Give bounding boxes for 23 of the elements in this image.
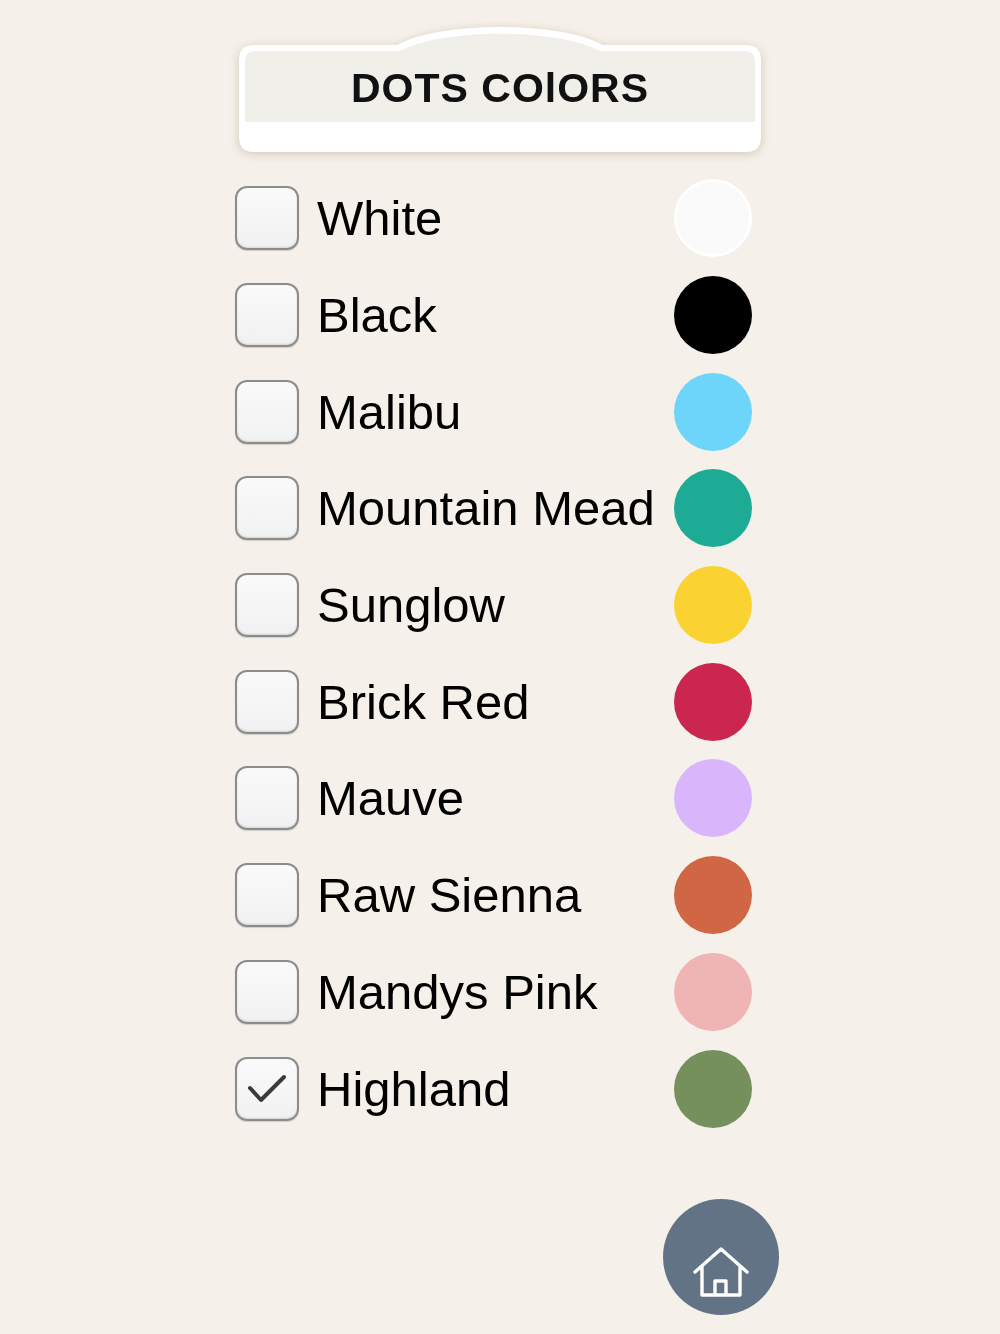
- checkbox[interactable]: [235, 863, 299, 928]
- color-name: Mountain Mead: [317, 480, 656, 537]
- color-name: Sunglow: [317, 577, 506, 634]
- checkmark-icon: [247, 1073, 287, 1104]
- color-name: Brick Red: [317, 673, 531, 730]
- checkbox[interactable]: [235, 573, 299, 638]
- checkbox[interactable]: [235, 669, 299, 734]
- color-name: Black: [317, 287, 438, 344]
- checkbox[interactable]: [235, 379, 299, 444]
- title: DOTS COlORS: [351, 64, 649, 113]
- color-name: Highland: [317, 1060, 512, 1117]
- checkbox[interactable]: [235, 766, 299, 831]
- checkbox[interactable]: [235, 476, 299, 541]
- color-name: Mauve: [317, 770, 466, 827]
- color-name: Raw Sienna: [317, 867, 583, 924]
- home-icon: [692, 1246, 750, 1297]
- color-name: Mandys Pink: [317, 963, 599, 1020]
- color-name: White: [317, 190, 444, 247]
- checkbox[interactable]: [235, 283, 299, 348]
- checkbox[interactable]: [235, 186, 299, 251]
- checkbox[interactable]: [235, 959, 299, 1024]
- checkbox[interactable]: [235, 1056, 299, 1121]
- color-name: Malibu: [317, 383, 463, 440]
